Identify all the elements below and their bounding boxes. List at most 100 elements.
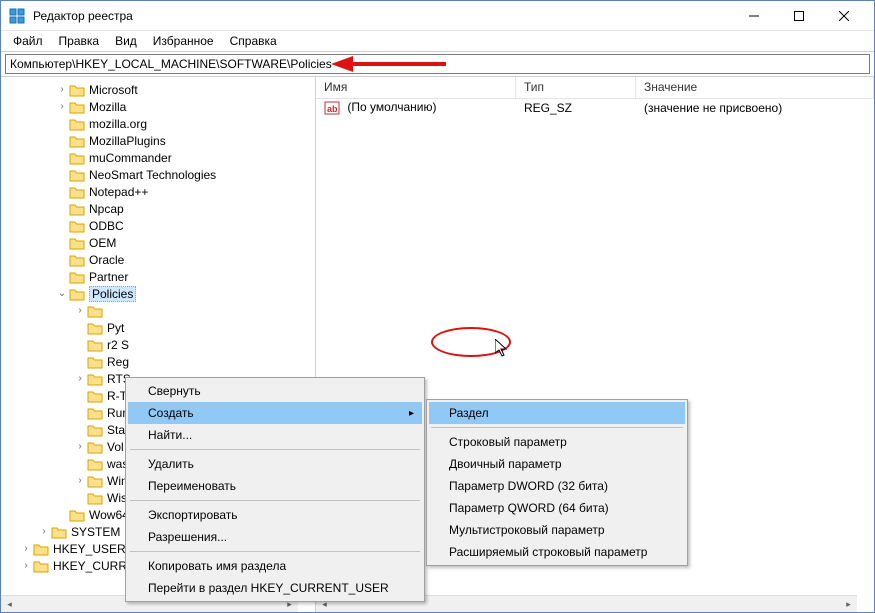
tree-item[interactable]: ⌄Policies: [1, 285, 315, 302]
titlebar: Редактор реестра: [1, 1, 874, 31]
menu-item[interactable]: Свернуть: [128, 380, 422, 402]
expander-icon[interactable]: ›: [37, 526, 51, 537]
menu-item[interactable]: Создать: [128, 402, 422, 424]
folder-icon: [69, 202, 85, 216]
address-input[interactable]: [5, 54, 870, 74]
menu-file[interactable]: Файл: [5, 32, 51, 50]
tree-item[interactable]: Partner: [1, 268, 315, 285]
folder-icon: [69, 219, 85, 233]
tree-label: HKEY_USERS: [53, 542, 134, 556]
tree-item[interactable]: Pyt: [1, 319, 315, 336]
expander-icon[interactable]: ›: [73, 305, 87, 316]
context-submenu-new[interactable]: Раздел Строковый параметрДвоичный парамет…: [426, 399, 688, 566]
menu-separator: [130, 449, 420, 450]
tree-label: Microsoft: [89, 83, 138, 97]
folder-icon: [69, 168, 85, 182]
tree-item[interactable]: muCommander: [1, 149, 315, 166]
menu-item[interactable]: Найти...: [128, 424, 422, 446]
regedit-icon: [9, 8, 25, 24]
col-header-name[interactable]: Имя: [316, 77, 516, 98]
menu-item[interactable]: Переименовать: [128, 475, 422, 497]
menu-item[interactable]: Мультистроковый параметр: [429, 519, 685, 541]
folder-icon: [69, 185, 85, 199]
close-button[interactable]: [821, 2, 866, 30]
list-row[interactable]: ab (По умолчанию) REG_SZ (значение не пр…: [316, 99, 874, 117]
menu-item[interactable]: Расширяемый строковый параметр: [429, 541, 685, 563]
menu-item[interactable]: Разрешения...: [128, 526, 422, 548]
tree-item[interactable]: Notepad++: [1, 183, 315, 200]
expander-icon[interactable]: ›: [55, 101, 69, 112]
folder-icon: [87, 304, 103, 318]
menu-item[interactable]: Перейти в раздел HKEY_CURRENT_USER: [128, 577, 422, 599]
folder-icon: [69, 508, 85, 522]
tree-item[interactable]: mozilla.org: [1, 115, 315, 132]
tree-label: NeoSmart Technologies: [89, 168, 216, 182]
expander-icon[interactable]: ›: [73, 475, 87, 486]
scroll-right-icon[interactable]: ▸: [840, 596, 857, 612]
menu-favorites[interactable]: Избранное: [145, 32, 222, 50]
expander-icon[interactable]: ›: [73, 373, 87, 384]
folder-icon: [87, 321, 103, 335]
menu-item[interactable]: Параметр QWORD (64 бита): [429, 497, 685, 519]
tree-item[interactable]: ›Mozilla: [1, 98, 315, 115]
tree-item[interactable]: Npcap: [1, 200, 315, 217]
tree-label: SYSTEM: [71, 525, 120, 539]
value-name-text: (По умолчанию): [347, 100, 436, 114]
menu-view[interactable]: Вид: [107, 32, 145, 50]
folder-icon: [33, 542, 49, 556]
expander-icon[interactable]: ›: [19, 543, 33, 554]
scroll-left-icon[interactable]: ◂: [1, 596, 18, 612]
tree-label: Partner: [89, 270, 128, 284]
menu-help[interactable]: Справка: [222, 32, 285, 50]
expander-icon[interactable]: ›: [19, 560, 33, 571]
folder-icon: [69, 117, 85, 131]
folder-icon: [87, 491, 103, 505]
maximize-button[interactable]: [776, 2, 821, 30]
menu-item[interactable]: Копировать имя раздела: [128, 555, 422, 577]
folder-icon: [69, 83, 85, 97]
menu-edit[interactable]: Правка: [51, 32, 108, 50]
tree-label: mozilla.org: [89, 117, 147, 131]
tree-label: R-T: [107, 389, 127, 403]
col-header-type[interactable]: Тип: [516, 77, 636, 98]
menu-separator: [130, 500, 420, 501]
tree-item[interactable]: ODBC: [1, 217, 315, 234]
tree-label: Pyt: [107, 321, 124, 335]
menu-item[interactable]: Строковый параметр: [429, 431, 685, 453]
values-header: Имя Тип Значение: [316, 77, 874, 99]
menu-item[interactable]: Экспортировать: [128, 504, 422, 526]
tree-label: MozillaPlugins: [89, 134, 166, 148]
col-header-value[interactable]: Значение: [636, 77, 874, 98]
folder-icon: [87, 457, 103, 471]
tree-label: Wis: [107, 491, 127, 505]
menu-item[interactable]: Удалить: [128, 453, 422, 475]
tree-label: Notepad++: [89, 185, 148, 199]
context-menu[interactable]: СвернутьСоздатьНайти... УдалитьПереименов…: [125, 377, 425, 602]
tree-item[interactable]: Oracle: [1, 251, 315, 268]
tree-item[interactable]: MozillaPlugins: [1, 132, 315, 149]
tree-label: r2 S: [107, 338, 129, 352]
tree-item[interactable]: OEM: [1, 234, 315, 251]
tree-label: Oracle: [89, 253, 124, 267]
expander-icon[interactable]: ›: [73, 441, 87, 452]
string-value-icon: ab: [324, 100, 340, 116]
tree-item[interactable]: Reg: [1, 353, 315, 370]
content-area: › Microsoft›Mozilla mozilla.org MozillaPlug…: [1, 77, 874, 612]
tree-label: muCommander: [89, 151, 172, 165]
menu-item[interactable]: Раздел: [429, 402, 685, 424]
menu-item[interactable]: Двоичный параметр: [429, 453, 685, 475]
expander-icon[interactable]: ⌄: [55, 288, 69, 299]
tree-item[interactable]: › Microsoft: [1, 81, 315, 98]
tree-item[interactable]: NeoSmart Technologies: [1, 166, 315, 183]
minimize-button[interactable]: [731, 2, 776, 30]
folder-icon: [87, 474, 103, 488]
folder-icon: [87, 440, 103, 454]
expander-icon[interactable]: ›: [55, 84, 69, 95]
menubar: Файл Правка Вид Избранное Справка: [1, 31, 874, 51]
menu-item[interactable]: Параметр DWORD (32 бита): [429, 475, 685, 497]
folder-icon: [33, 559, 49, 573]
tree-item[interactable]: ›: [1, 302, 315, 319]
tree-item[interactable]: r2 S: [1, 336, 315, 353]
tree-label: OEM: [89, 236, 116, 250]
folder-icon: [69, 287, 85, 301]
